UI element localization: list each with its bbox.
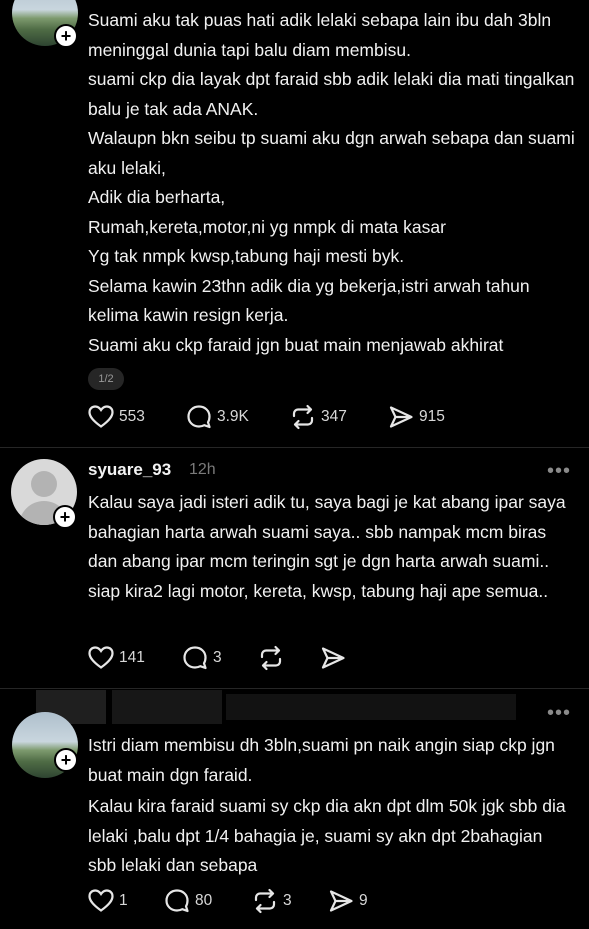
repost-icon — [292, 404, 314, 430]
post-divider — [0, 447, 589, 448]
like-count: 553 — [119, 408, 145, 425]
post2-body: Kalau saya jadi isteri adik tu, saya bag… — [88, 492, 566, 601]
post-divider — [0, 688, 589, 689]
post3-body: Istri diam membisu dh 3bln,suami pn naik… — [88, 731, 568, 881]
reply-count: 3.9K — [217, 408, 249, 425]
reply-button[interactable]: 3.9K — [186, 402, 249, 432]
post3-line: Istri diam membisu dh 3bln,suami pn naik… — [88, 735, 555, 785]
send-icon — [329, 890, 353, 912]
follow-plus-icon[interactable]: + — [54, 24, 78, 48]
post1-actions: 553 3.9K 347 915 — [88, 402, 488, 432]
post2-actions: 141 3 — [88, 643, 388, 673]
repost-icon — [260, 645, 282, 671]
post1-line: suami ckp dia layak dpt faraid sbb adik … — [88, 69, 575, 119]
repost-button[interactable] — [258, 643, 284, 673]
page-indicator-badge[interactable]: 1/2 — [88, 368, 124, 390]
post3-actions: 1 80 3 9 — [88, 886, 418, 916]
reply-button[interactable]: 3 — [182, 643, 222, 673]
post1-body: Suami aku tak puas hati adik lelaki seba… — [88, 6, 578, 360]
like-button[interactable]: 1 — [88, 886, 128, 916]
post1-line: Rumah,kereta,motor,ni yg nmpk di mata ka… — [88, 216, 446, 237]
post1-line: Adik dia berharta, — [88, 187, 226, 207]
post2-username[interactable]: syuare_93 — [88, 460, 171, 480]
redacted-username-block — [226, 694, 516, 720]
heart-icon — [88, 889, 114, 912]
like-button[interactable]: 141 — [88, 643, 145, 673]
more-options-icon[interactable]: ••• — [547, 702, 571, 725]
reply-count: 80 — [195, 892, 213, 909]
post1-line: Suami aku ckp faraid jgn buat main menja… — [88, 334, 504, 355]
redacted-username-block — [112, 690, 222, 724]
send-icon — [321, 647, 345, 669]
post1-line: Walaupn bkn seibu tp suami aku dgn arwah… — [88, 128, 575, 178]
share-button[interactable]: 9 — [328, 886, 368, 916]
reply-count: 3 — [213, 649, 222, 666]
post1-line: Yg tak nmpk kwsp,tabung haji mesti byk. — [88, 246, 405, 266]
threads-feed: + Suami aku tak puas hati adik lelaki se… — [0, 0, 589, 929]
heart-icon — [88, 405, 114, 428]
reply-button[interactable]: 80 — [164, 886, 212, 916]
like-count: 1 — [119, 892, 128, 909]
send-icon — [389, 406, 413, 428]
like-button[interactable]: 553 — [88, 402, 145, 432]
post2-timestamp: 12h — [189, 461, 216, 478]
post1-line: Selama kawin 23thn adik dia yg bekerja,i… — [88, 275, 530, 326]
share-count: 915 — [419, 408, 445, 425]
share-count: 9 — [359, 892, 368, 909]
repost-count: 3 — [283, 892, 292, 909]
repost-icon — [254, 888, 276, 914]
share-button[interactable]: 915 — [388, 402, 445, 432]
like-count: 141 — [119, 649, 145, 666]
comment-icon — [165, 889, 189, 913]
follow-plus-icon[interactable]: + — [53, 505, 77, 529]
heart-icon — [88, 646, 114, 669]
repost-button[interactable]: 3 — [252, 886, 292, 916]
comment-icon — [187, 405, 211, 429]
avatar-head — [31, 471, 57, 497]
repost-button[interactable]: 347 — [290, 402, 347, 432]
follow-plus-icon[interactable]: + — [54, 748, 78, 772]
post1-line: Suami aku tak puas hati adik lelaki seba… — [88, 10, 552, 60]
share-button[interactable] — [320, 643, 346, 673]
comment-icon — [183, 646, 207, 670]
repost-count: 347 — [321, 408, 347, 425]
more-options-icon[interactable]: ••• — [547, 460, 571, 483]
post3-line: Kalau kira faraid suami sy ckp dia akn d… — [88, 796, 566, 875]
